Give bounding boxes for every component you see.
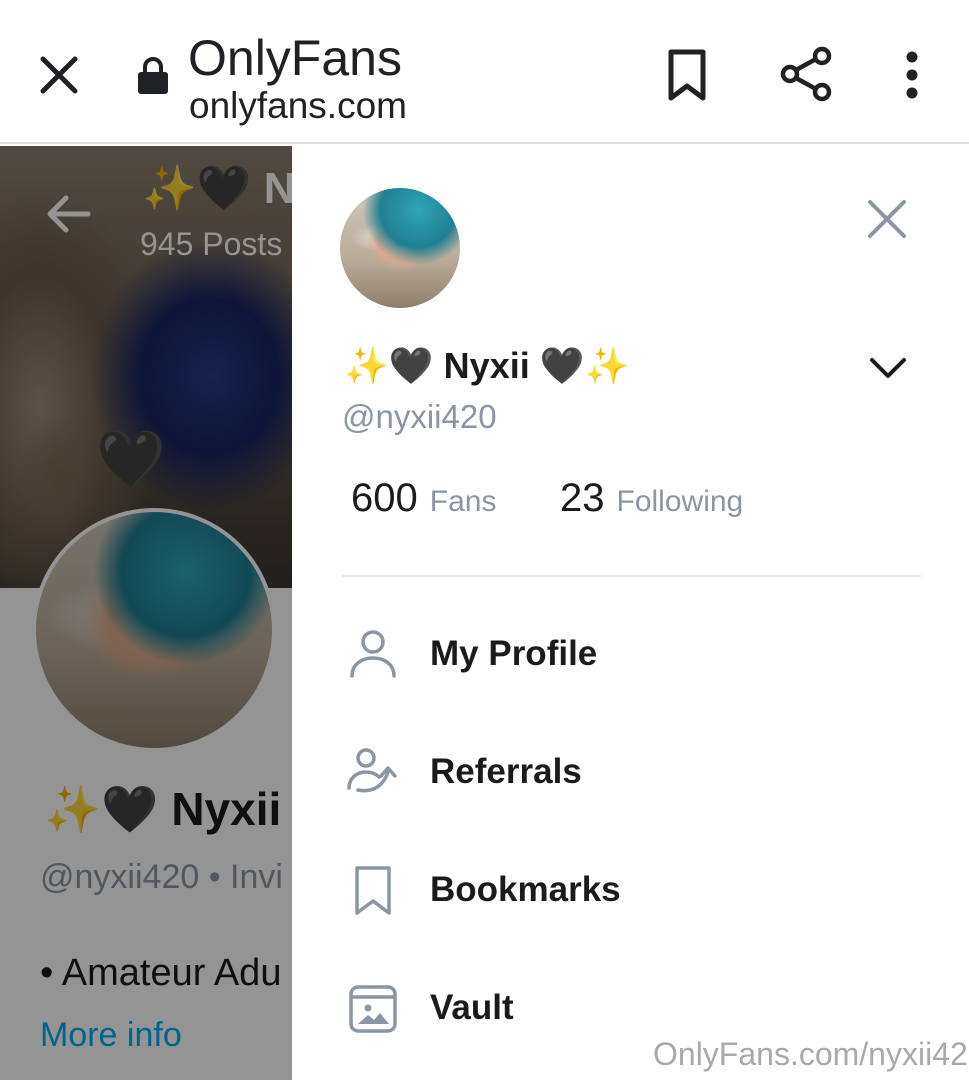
bookmark-icon — [355, 866, 391, 915]
drawer-scrim[interactable] — [0, 146, 292, 1080]
watermark-text: OnlyFans.com/nyxii420 — [653, 1036, 969, 1072]
following-label: Following — [616, 485, 744, 518]
name-text: Nyxii — [443, 345, 530, 386]
following-stat[interactable]: 23 Following — [560, 476, 743, 521]
menu-item-my-profile[interactable]: My Profile — [340, 614, 920, 694]
close-icon[interactable] — [866, 198, 908, 240]
background-profile-page: 🖤 ✨🖤 N 945 Posts ✨🖤 Nyxii 🖤 @nyxii420 • … — [0, 146, 292, 1080]
fans-label: Fans — [429, 485, 497, 518]
drawer-profile-name: ✨🖤 Nyxii 🖤✨ — [344, 340, 629, 392]
side-drawer: ✨🖤 Nyxii 🖤✨ @nyxii420 600 Fans 23 Followin… — [292, 146, 969, 1080]
menu-item-referrals[interactable]: Referrals — [340, 732, 920, 812]
close-icon[interactable] — [36, 52, 82, 98]
divider — [341, 575, 921, 577]
browser-url[interactable]: onlyfans.com — [189, 86, 407, 126]
name-prefix-emoji: ✨🖤 — [344, 345, 434, 386]
browser-toolbar: OnlyFans onlyfans.com — [0, 0, 969, 144]
profile-icon — [350, 630, 396, 678]
name-suffix-emoji: 🖤✨ — [539, 345, 630, 386]
menu-item-label: Referrals — [430, 752, 582, 791]
browser-page-title: OnlyFans — [188, 30, 402, 86]
fans-count: 600 — [351, 476, 418, 520]
drawer-handle: @nyxii420 — [342, 398, 497, 435]
drawer-avatar[interactable] — [340, 188, 460, 308]
fans-stat[interactable]: 600 Fans — [351, 476, 496, 521]
menu-item-label: Bookmarks — [430, 870, 621, 909]
share-icon[interactable] — [778, 46, 834, 102]
menu-item-label: My Profile — [430, 634, 598, 673]
menu-item-bookmarks[interactable]: Bookmarks — [340, 850, 920, 930]
more-vert-icon[interactable] — [893, 50, 931, 100]
vault-icon — [349, 985, 397, 1033]
menu-item-label: Vault — [430, 988, 514, 1027]
bookmark-icon[interactable] — [664, 48, 710, 102]
lock-icon — [138, 57, 168, 94]
chevron-down-icon[interactable] — [868, 352, 908, 382]
following-count: 23 — [560, 476, 605, 520]
referrals-icon — [347, 748, 397, 793]
